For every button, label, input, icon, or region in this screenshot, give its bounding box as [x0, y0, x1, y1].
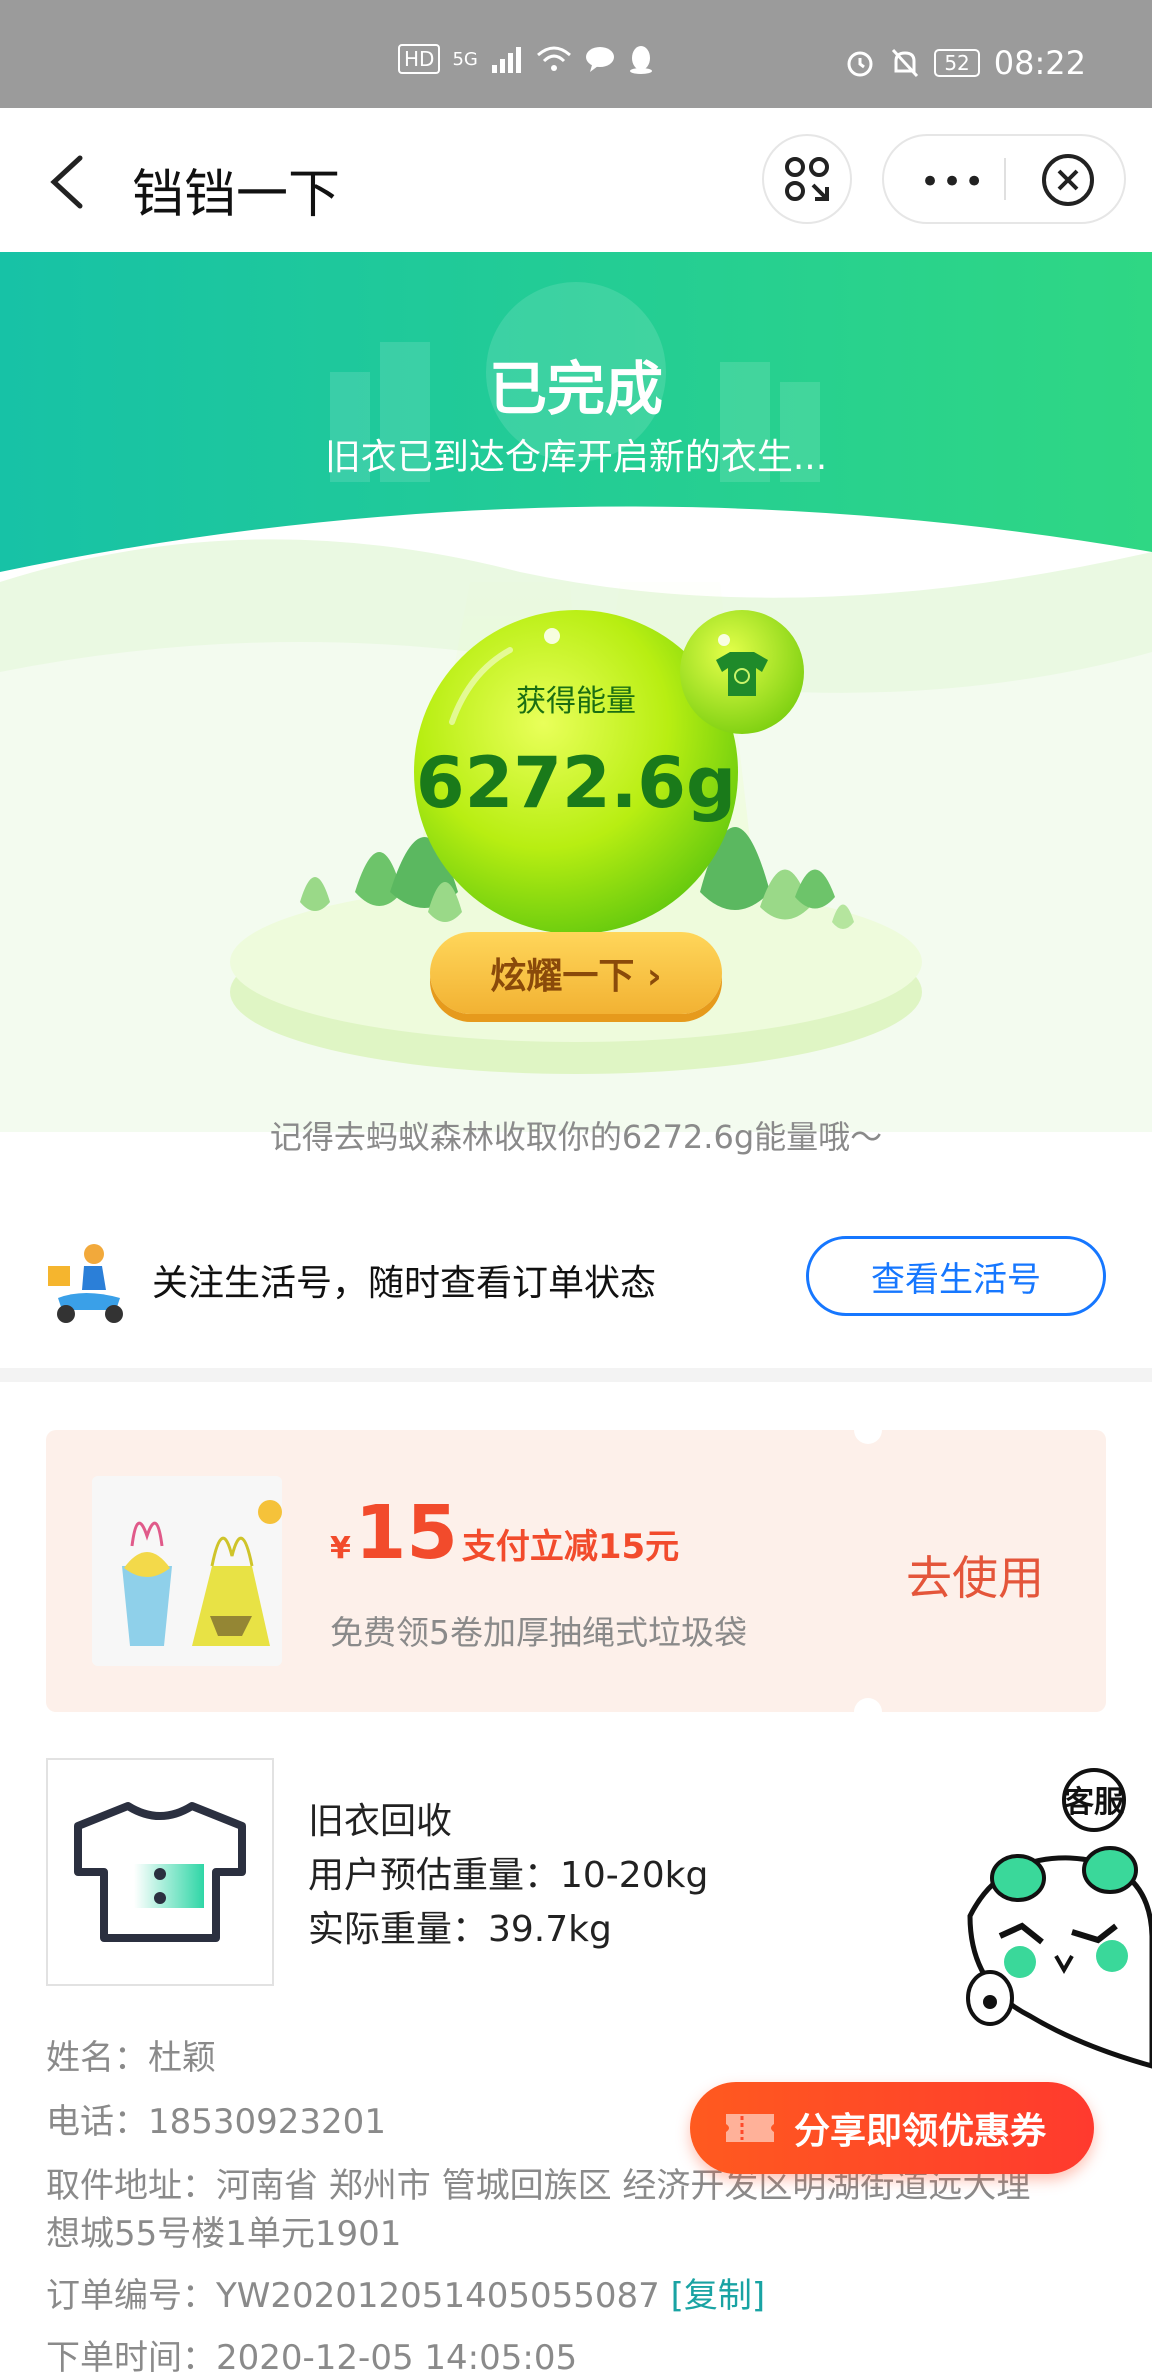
clock: 08:22: [993, 44, 1086, 82]
mini-program-capsule: •••: [882, 134, 1126, 224]
coupon-notch-bottom: [854, 1698, 882, 1726]
customer-service-label: 客服: [1064, 1785, 1125, 1820]
coupon-notch-top: [854, 1416, 882, 1444]
coupon-amount: 15: [354, 1490, 458, 1576]
share-coupon-button[interactable]: 分享即领优惠券: [690, 2082, 1094, 2174]
status-right: 52 08:22: [844, 44, 1086, 82]
battery-indicator: 52: [934, 49, 980, 77]
delivery-scooter-icon: [48, 1244, 123, 1323]
garbage-bag-illustration: [92, 1476, 282, 1666]
order-number-row: 订单编号：YW202012051405055087 [复制]: [46, 2272, 765, 2320]
signal-icon: [491, 47, 521, 73]
qq-icon: [629, 46, 652, 74]
coupon-price: ¥ 15 支付立减15元: [330, 1490, 679, 1576]
coupon-card[interactable]: ¥ 15 支付立减15元 免费领5卷加厚抽绳式垃圾袋 去使用: [46, 1416, 1106, 1726]
share-coupon-label: 分享即领优惠券: [794, 2111, 1047, 2152]
garbage-bag-image: [92, 1476, 282, 1666]
wifi-icon: [536, 46, 571, 71]
coupon-description: 支付立减15元: [461, 1527, 680, 1567]
energy-label: 获得能量: [516, 684, 636, 719]
section-divider: [0, 1368, 1152, 1382]
page-title: 铛铛一下: [132, 165, 341, 225]
energy-value: 6272.6g: [415, 742, 737, 824]
use-coupon-button[interactable]: 去使用: [906, 1542, 1044, 1608]
close-icon[interactable]: [1040, 152, 1096, 208]
order-status-title: 已完成: [488, 355, 663, 423]
follow-prompt: 关注生活号，随时查看订单状态: [152, 1263, 657, 1304]
contact-phone: 电话：18530923201: [46, 2102, 386, 2142]
pickup-address: 取件地址：河南省 郑州市 管城回族区 经济开发区明湖街道远大理 想城55号楼1单…: [46, 2162, 1116, 2258]
tshirt-icon: [74, 1802, 246, 1942]
estimated-weight: 用户预估重量：10-20kg: [308, 1855, 709, 1896]
order-time: 下单时间：2020-12-05 14:05:05: [46, 2338, 578, 2376]
view-life-account-button[interactable]: 查看生活号: [806, 1236, 1106, 1316]
status-left: HD 5G: [398, 44, 654, 74]
ticket-icon: [726, 2114, 774, 2142]
product-image: [46, 1758, 274, 1986]
capsule-divider: [1004, 158, 1006, 200]
customer-service-mascot[interactable]: 客服: [960, 1766, 1152, 2076]
order-status-subtitle: 旧衣已到达仓库开启新的衣生...: [324, 437, 828, 478]
pickup-address-line-2: 想城55号楼1单元1901: [46, 2214, 402, 2254]
follow-life-account-row: 关注生活号，随时查看订单状态 查看生活号: [0, 1206, 1152, 1376]
scan-icon: [785, 157, 829, 201]
network-5g-label: 5G: [452, 48, 478, 70]
show-off-button[interactable]: 炫耀一下 ›: [430, 932, 722, 1014]
copy-order-number-link[interactable]: [复制]: [671, 2276, 766, 2316]
product-name: 旧衣回收: [308, 1801, 453, 1842]
energy-reminder: 记得去蚂蚁森林收取你的6272.6g能量哦～: [269, 1118, 883, 1156]
hd-badge: HD: [398, 44, 441, 74]
status-bar: HD 5G 52 08:22: [0, 0, 1152, 108]
mute-icon: [892, 48, 919, 78]
message-icon: [585, 47, 614, 72]
alarm-icon: [847, 51, 873, 77]
more-button[interactable]: •••: [920, 162, 986, 202]
contact-name: 姓名：杜颖: [46, 2038, 216, 2078]
hero-section: 已完成 旧衣已到达仓库开启新的衣生... 获得能量 6272.6g 炫耀一下 ›: [0, 252, 1152, 1132]
back-icon[interactable]: [44, 152, 92, 212]
currency-symbol: ¥: [330, 1531, 351, 1566]
order-number: 订单编号：YW202012051405055087: [46, 2276, 660, 2316]
actual-weight: 实际重量：39.7kg: [308, 1909, 612, 1950]
scan-button[interactable]: [762, 134, 852, 224]
coupon-note: 免费领5卷加厚抽绳式垃圾袋: [330, 1613, 747, 1652]
nav-bar: 铛铛一下 •••: [0, 108, 1152, 252]
